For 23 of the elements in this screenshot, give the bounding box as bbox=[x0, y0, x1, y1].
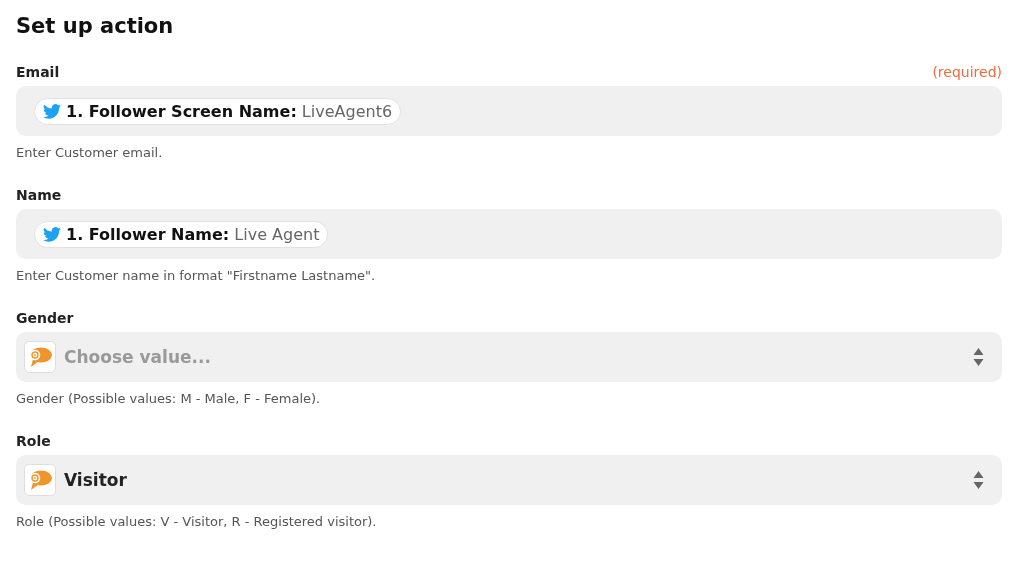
field-label: Role bbox=[16, 433, 51, 449]
bird-icon bbox=[43, 103, 61, 119]
page-title: Set up action bbox=[16, 14, 175, 38]
help-text: Gender (Possible values: M - Male, F - Female). bbox=[16, 391, 322, 406]
sort-arrows-icon bbox=[973, 347, 984, 367]
bird-icon bbox=[43, 226, 61, 242]
select-field[interactable]: Visitor bbox=[16, 455, 1002, 505]
help-text: Role (Possible values: V - Visitor, R - Registered visitor). bbox=[16, 514, 378, 529]
field-label: Gender bbox=[16, 310, 74, 326]
field-label: Name bbox=[16, 187, 62, 203]
select-placeholder: Choose value... bbox=[64, 347, 212, 367]
chat-bubble-icon bbox=[24, 341, 56, 373]
chat-bubble-icon bbox=[24, 464, 56, 496]
help-text: Enter Customer name in format "Firstname Lastname". bbox=[16, 268, 377, 283]
field-label: Email bbox=[16, 64, 60, 80]
sort-arrows-icon bbox=[973, 470, 984, 490]
help-text: Enter Customer email. bbox=[16, 145, 164, 160]
input-field[interactable]: 1. Follower Name: Live Agent bbox=[16, 209, 1002, 259]
required-note: (required) bbox=[932, 64, 1002, 80]
input-field[interactable]: 1. Follower Screen Name: LiveAgent6 bbox=[16, 86, 1002, 136]
select-value: Visitor bbox=[64, 470, 128, 490]
token-text: 1. Follower Name: Live Agent bbox=[66, 224, 320, 244]
token-text: 1. Follower Screen Name: LiveAgent6 bbox=[66, 101, 393, 121]
